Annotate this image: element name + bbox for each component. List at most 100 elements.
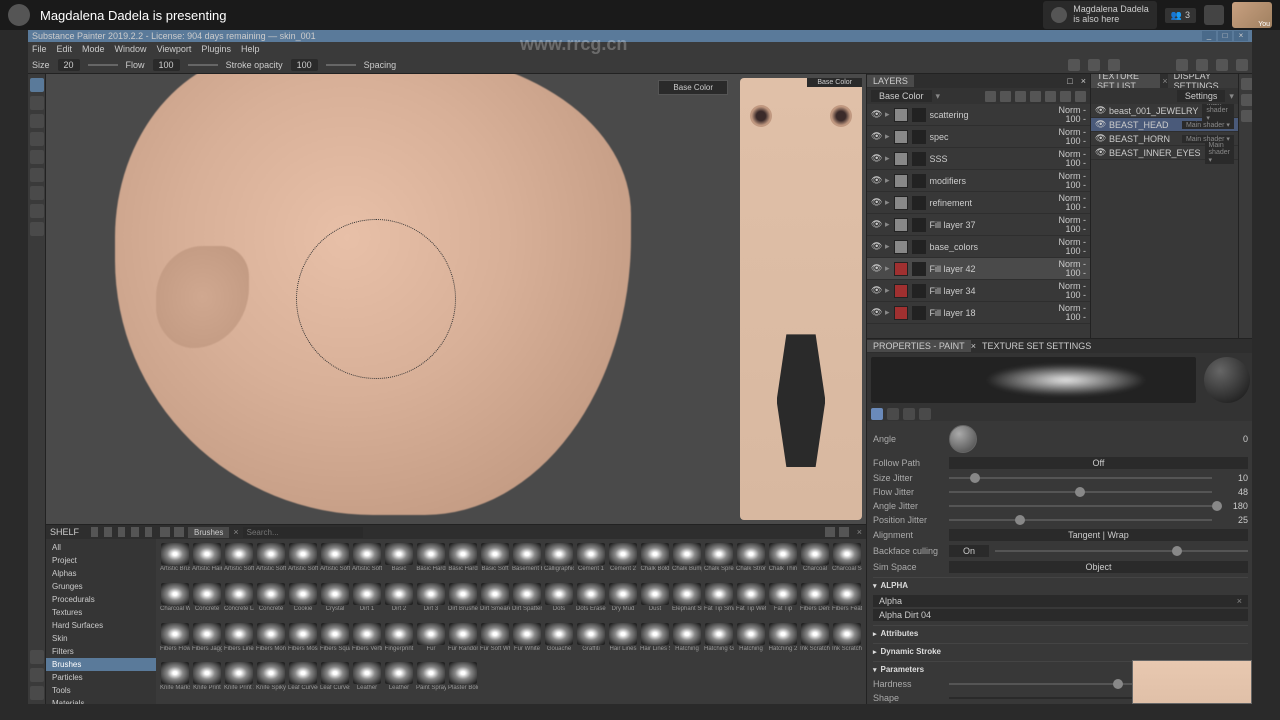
texture-set-item[interactable]: 👁beast_001_JEWELRYMain shader ▾ — [1091, 104, 1238, 118]
persp-icon[interactable] — [1088, 59, 1100, 71]
shelf-sort-icon[interactable] — [145, 527, 152, 537]
shelf-cat-procedurals[interactable]: Procedurals — [46, 593, 156, 606]
menu-mode[interactable]: Mode — [82, 44, 105, 54]
brush-item[interactable]: Dots — [544, 583, 574, 621]
menu-window[interactable]: Window — [115, 44, 147, 54]
viewport2d-mode-dropdown[interactable]: Base Color — [807, 78, 862, 87]
eye-icon[interactable]: 👁 — [871, 263, 881, 274]
eye-icon[interactable]: 👁 — [871, 197, 881, 208]
smudge-tool-icon[interactable] — [30, 150, 44, 164]
mode-square-icon[interactable] — [919, 408, 931, 420]
add-fill-icon[interactable] — [1015, 91, 1026, 102]
brush-item[interactable]: Dots Eraser — [576, 583, 606, 621]
viewport-2d[interactable]: Base Color — [736, 74, 866, 524]
brush-item[interactable]: Calligraphic — [544, 543, 574, 581]
brush-item[interactable]: Basic — [384, 543, 414, 581]
brush-item[interactable]: Basement Brush — [512, 543, 542, 581]
brush-item[interactable]: Artistic Soft — [256, 543, 286, 581]
alpha-chip-2[interactable]: Alpha Dirt 04 — [873, 609, 1248, 621]
layer-row[interactable]: 👁▸SSSNorm -100 - — [867, 148, 1090, 170]
menu-file[interactable]: File — [32, 44, 47, 54]
mode-line-icon[interactable] — [887, 408, 899, 420]
angle-jitter-slider[interactable] — [949, 501, 1212, 511]
brush-item[interactable]: Leaf Curved — [288, 662, 318, 700]
brush-item[interactable]: Elephant Skin — [672, 583, 702, 621]
mask-swatch[interactable] — [912, 262, 926, 276]
add-group-icon[interactable] — [1030, 91, 1041, 102]
shelf-cat-filters[interactable]: Filters — [46, 645, 156, 658]
mask-swatch[interactable] — [912, 284, 926, 298]
brush-item[interactable]: Ink Scratches — [832, 623, 862, 661]
backface-slider[interactable] — [995, 546, 1248, 556]
eye-icon[interactable]: 👁 — [871, 131, 881, 142]
layer-row[interactable]: 👁▸scatteringNorm -100 - — [867, 104, 1090, 126]
shelf-refresh-icon[interactable] — [118, 527, 125, 537]
filter-icon[interactable] — [160, 527, 170, 537]
brush-item[interactable]: Hair Lines — [608, 623, 638, 661]
menu-plugins[interactable]: Plugins — [201, 44, 231, 54]
texture-set-item[interactable]: 👁BEAST_HEADMain shader ▾ — [1091, 118, 1238, 132]
brush-item[interactable]: Fibers Dense — [800, 583, 830, 621]
brush-item[interactable]: Paint Spray — [416, 662, 446, 700]
polyfill-icon[interactable] — [30, 222, 44, 236]
hdri-icon[interactable] — [1241, 94, 1252, 106]
brush-item[interactable]: Fur — [416, 623, 446, 661]
brush-item[interactable]: Chalk Strong — [736, 543, 766, 581]
flow-slider[interactable] — [188, 64, 218, 66]
brush-item[interactable]: Artistic Brush — [160, 543, 190, 581]
brush-item[interactable]: Fibers Mono — [256, 623, 286, 661]
brush-item[interactable]: Dirt Smeared — [480, 583, 510, 621]
brush-item[interactable]: Fibers Moss — [288, 623, 318, 661]
tag-icon[interactable] — [174, 527, 184, 537]
brush-item[interactable]: Charcoal So — [832, 543, 862, 581]
section-alpha[interactable]: ALPHA — [873, 577, 1248, 593]
shelf-view-icon[interactable] — [131, 527, 138, 537]
layer-swatch[interactable] — [894, 108, 908, 122]
shelf-cat-grunges[interactable]: Grunges — [46, 580, 156, 593]
paint-tool-icon[interactable] — [30, 78, 44, 92]
expand-icon[interactable]: ▸ — [885, 197, 890, 208]
shelf-cat-particles[interactable]: Particles — [46, 671, 156, 684]
flow-value[interactable]: 100 — [153, 59, 180, 71]
brush-item[interactable]: Knife Print — [192, 662, 222, 700]
iray-icon[interactable] — [1236, 59, 1248, 71]
brush-item[interactable]: Fibers Lines — [224, 623, 254, 661]
shelf-cat-materials[interactable]: Materials — [46, 697, 156, 704]
eye-icon[interactable]: 👁 — [871, 307, 881, 318]
brush-item[interactable]: Fibers Square — [320, 623, 350, 661]
eye-icon[interactable]: 👁 — [1095, 105, 1105, 116]
brush-item[interactable]: Basic Soft — [480, 543, 510, 581]
brush-item[interactable]: Dirt 2 — [384, 583, 414, 621]
clone-tool-icon[interactable] — [30, 168, 44, 182]
shelf-search-input[interactable] — [243, 527, 363, 538]
mask-swatch[interactable] — [912, 152, 926, 166]
layers-close-icon[interactable]: × — [1077, 76, 1090, 86]
brush-item[interactable]: Concrete — [192, 583, 222, 621]
mask-swatch[interactable] — [912, 218, 926, 232]
eye-icon[interactable]: 👁 — [871, 175, 881, 186]
brush-item[interactable]: Dirt Spatter — [512, 583, 542, 621]
brush-item[interactable]: Artistic Soft — [288, 543, 318, 581]
brush-item[interactable]: Fibers Flow — [160, 623, 190, 661]
axis-gizmo[interactable] — [698, 488, 728, 518]
brush-item[interactable]: Hatching — [736, 623, 766, 661]
eye-icon[interactable]: 👁 — [871, 241, 881, 252]
shelf-cat-all[interactable]: All — [46, 541, 156, 554]
expand-icon[interactable]: ▸ — [885, 131, 890, 142]
layer-swatch[interactable] — [894, 262, 908, 276]
mask-swatch[interactable] — [912, 196, 926, 210]
size-slider[interactable] — [88, 64, 118, 66]
close-button[interactable]: × — [1234, 31, 1248, 41]
grid-small-icon[interactable] — [825, 527, 835, 537]
expand-icon[interactable]: ▸ — [885, 219, 890, 230]
eye-icon[interactable]: 👁 — [871, 285, 881, 296]
brush-item[interactable]: Hair Lines S — [640, 623, 670, 661]
expand-icon[interactable]: ▸ — [885, 263, 890, 274]
brush-item[interactable]: Concrete La — [224, 583, 254, 621]
brush-item[interactable]: Dry Mud — [608, 583, 638, 621]
bake-icon[interactable] — [1216, 59, 1228, 71]
redo-icon[interactable] — [1196, 59, 1208, 71]
shelf-add-icon[interactable] — [91, 527, 98, 537]
sym-icon[interactable] — [1068, 59, 1080, 71]
also-here-notif[interactable]: Magdalena Dadela is also here — [1043, 1, 1157, 29]
